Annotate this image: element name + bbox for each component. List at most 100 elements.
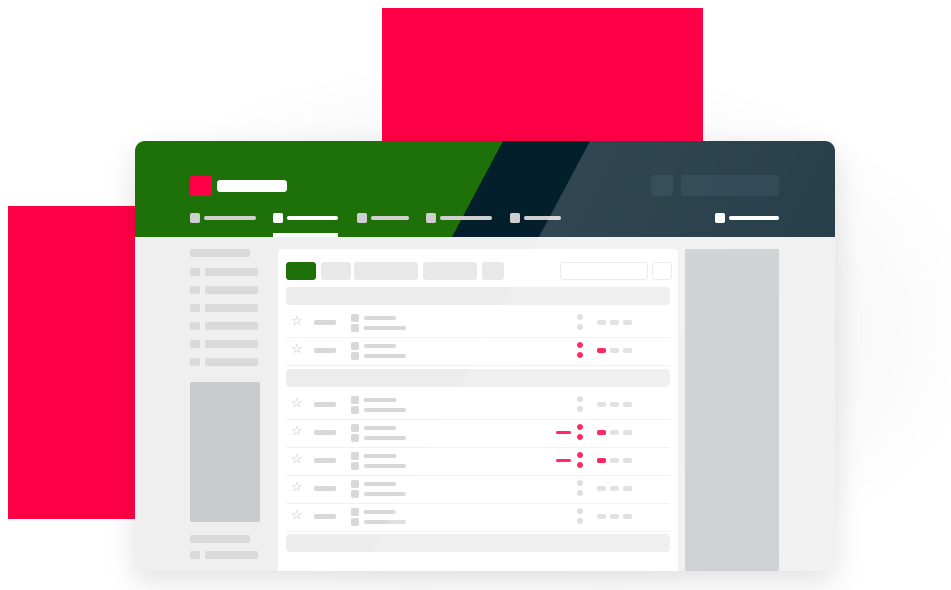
match-row[interactable]: ☆ <box>286 475 670 504</box>
team-logo <box>351 396 359 404</box>
date-picker[interactable] <box>560 262 648 280</box>
odds-value[interactable] <box>597 320 606 325</box>
match-row[interactable]: ☆ <box>286 503 670 532</box>
filter-tab[interactable] <box>321 262 351 280</box>
team-name <box>364 354 406 358</box>
star-icon[interactable]: ☆ <box>291 396 303 410</box>
team-name <box>364 436 406 440</box>
sidebar-item-label <box>205 286 258 294</box>
score-home <box>577 314 583 320</box>
score-away <box>577 352 583 358</box>
league-header[interactable] <box>286 369 670 387</box>
odds-value[interactable] <box>623 320 632 325</box>
score-home <box>577 452 583 458</box>
star-icon[interactable]: ☆ <box>291 508 303 522</box>
team-name <box>364 454 396 458</box>
odds-value[interactable] <box>610 430 619 435</box>
match-time <box>314 430 336 435</box>
odds-value[interactable] <box>597 430 606 435</box>
score-home <box>577 508 583 514</box>
match-time <box>314 458 336 463</box>
score-away <box>577 434 583 440</box>
odds-value[interactable] <box>623 430 632 435</box>
sidebar-footer-heading <box>190 535 250 543</box>
match-time <box>314 348 336 353</box>
team-name <box>364 464 406 468</box>
filter-tab[interactable] <box>482 262 504 280</box>
odds-value[interactable] <box>597 402 606 407</box>
odds-value[interactable] <box>610 402 619 407</box>
odds-value[interactable] <box>610 514 619 519</box>
sidebar-item[interactable] <box>190 551 258 559</box>
star-icon[interactable]: ☆ <box>291 342 303 356</box>
filter-tab-all[interactable] <box>286 262 316 280</box>
nav-icon <box>357 213 367 223</box>
team-logo <box>351 314 359 322</box>
nav-item-4[interactable] <box>426 213 492 223</box>
odds-value[interactable] <box>623 402 632 407</box>
team-logo <box>351 424 359 432</box>
sidebar-heading <box>190 249 250 257</box>
odds-value[interactable] <box>623 486 632 491</box>
league-header[interactable] <box>286 287 670 305</box>
odds-value[interactable] <box>623 348 632 353</box>
app-window: ☆ ☆ ☆ ☆ ☆ ☆ ☆ <box>135 141 835 571</box>
nav-item-2[interactable] <box>273 213 338 223</box>
star-icon[interactable]: ☆ <box>291 452 303 466</box>
odds-value[interactable] <box>623 514 632 519</box>
league-header[interactable] <box>286 534 670 552</box>
odds-value[interactable] <box>610 348 619 353</box>
sidebar-item-icon <box>190 340 200 348</box>
star-icon[interactable]: ☆ <box>291 424 303 438</box>
odds-value[interactable] <box>610 320 619 325</box>
match-row[interactable]: ☆ <box>286 419 670 448</box>
odds-value[interactable] <box>597 458 606 463</box>
goal-indicator <box>556 459 571 462</box>
nav-item-3[interactable] <box>357 213 409 223</box>
odds-value[interactable] <box>623 458 632 463</box>
team-logo <box>351 342 359 350</box>
nav-item-account[interactable] <box>715 213 779 223</box>
sidebar-item-label <box>205 268 258 276</box>
header-icon-button[interactable] <box>651 175 673 196</box>
odds-value[interactable] <box>597 514 606 519</box>
team-logo <box>351 508 359 516</box>
match-row[interactable]: ☆ <box>286 391 670 420</box>
match-row[interactable]: ☆ <box>286 337 670 366</box>
sidebar-item-icon <box>190 268 200 276</box>
team-logo <box>351 452 359 460</box>
nav-icon <box>190 213 200 223</box>
star-icon[interactable]: ☆ <box>291 480 303 494</box>
team-logo <box>351 462 359 470</box>
team-logo <box>351 324 359 332</box>
star-icon[interactable]: ☆ <box>291 314 303 328</box>
team-logo <box>351 406 359 414</box>
filter-tab[interactable] <box>423 262 477 280</box>
sidebar-item-label <box>205 322 258 330</box>
team-logo <box>351 518 359 526</box>
logo-square-icon[interactable] <box>190 176 212 196</box>
sidebar-banner[interactable] <box>190 382 260 522</box>
nav-icon <box>426 213 436 223</box>
odds-value[interactable] <box>597 486 606 491</box>
team-name <box>364 344 396 348</box>
team-name <box>364 510 396 514</box>
logo-wordmark[interactable] <box>217 180 287 192</box>
sidebar-item[interactable] <box>190 268 258 276</box>
sidebar-item[interactable] <box>190 340 258 348</box>
sidebar-item[interactable] <box>190 286 258 294</box>
odds-value[interactable] <box>610 458 619 463</box>
sidebar-item[interactable] <box>190 322 258 330</box>
match-row[interactable]: ☆ <box>286 309 670 338</box>
odds-value[interactable] <box>597 348 606 353</box>
match-row[interactable]: ☆ <box>286 447 670 476</box>
nav-item-5[interactable] <box>510 213 561 223</box>
sidebar-item[interactable] <box>190 358 258 366</box>
calendar-button[interactable] <box>652 262 672 280</box>
sidebar-item[interactable] <box>190 304 258 312</box>
filter-tab[interactable] <box>354 262 418 280</box>
odds-value[interactable] <box>610 486 619 491</box>
nav-item-1[interactable] <box>190 213 256 223</box>
header-search-input[interactable] <box>681 175 779 196</box>
nav-label-placeholder <box>524 216 561 220</box>
